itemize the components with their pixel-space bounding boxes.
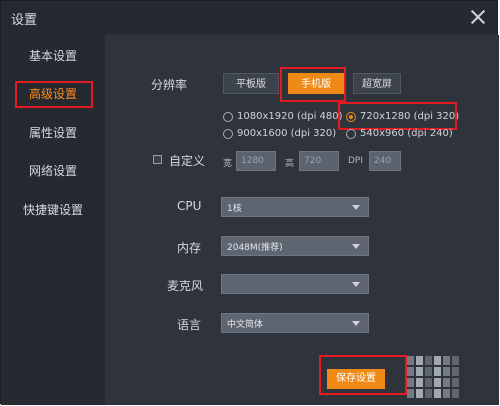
height-label: 高	[285, 159, 295, 169]
custom-label: 自定义	[169, 154, 206, 168]
width-input[interactable]: 1280	[236, 151, 276, 171]
chevron-down-icon	[352, 244, 360, 249]
sidebar-item-basic[interactable]: 基本设置	[1, 39, 105, 73]
mic-select[interactable]	[221, 274, 369, 294]
memory-select[interactable]: 2048M(推荐)	[221, 236, 369, 256]
sidebar-item-shortcuts[interactable]: 快捷键设置	[1, 193, 105, 227]
pixelated-watermark	[407, 356, 459, 398]
cpu-select[interactable]: 1核	[221, 197, 369, 217]
width-label: 宽	[223, 159, 233, 169]
highlight-box-save	[319, 355, 407, 395]
cpu-value: 1核	[227, 204, 242, 214]
chevron-down-icon	[352, 205, 360, 210]
language-value: 中文简体	[227, 320, 264, 330]
memory-label: 内存	[177, 241, 202, 255]
highlight-box-advanced	[15, 81, 93, 108]
radio-label: 540x960 (dpi 240)	[360, 128, 453, 139]
sidebar-item-network[interactable]: 网络设置	[1, 154, 105, 188]
radio-button-icon	[223, 112, 233, 122]
height-input[interactable]: 720	[299, 151, 339, 171]
memory-value: 2048M(推荐)	[227, 243, 283, 253]
resolution-label: 分辨率	[151, 78, 188, 92]
language-label: 语言	[177, 318, 202, 332]
sidebar: 基本设置 高级设置 属性设置 网络设置 快捷键设置	[1, 35, 105, 405]
sidebar-item-properties[interactable]: 属性设置	[1, 116, 105, 150]
cpu-label: CPU	[177, 199, 202, 213]
highlight-box-phone-tab	[280, 67, 346, 102]
mic-label: 麦克风	[167, 279, 204, 293]
radio-label: 900x1600 (dpi 320)	[237, 128, 337, 139]
tab-tablet[interactable]: 平板版	[223, 73, 279, 94]
window-title: 设置	[11, 13, 38, 28]
chevron-down-icon	[352, 321, 360, 326]
radio-button-icon	[346, 129, 356, 139]
tab-ultrawide[interactable]: 超宽屏	[353, 73, 401, 94]
radio-label: 1080x1920 (dpi 480)	[237, 111, 343, 122]
dpi-input[interactable]: 240	[369, 151, 401, 171]
highlight-box-720x1280	[338, 102, 457, 130]
close-icon[interactable]	[469, 8, 487, 26]
radio-button-icon	[223, 129, 233, 139]
chevron-down-icon	[352, 282, 360, 287]
settings-window: 设置 基本设置 高级设置 属性设置 网络设置 快捷键设置 分辨率 平板版 手机版…	[0, 0, 499, 405]
title-bar: 设置	[1, 1, 497, 35]
dpi-label: DPI	[348, 156, 364, 166]
custom-checkbox[interactable]	[153, 155, 162, 164]
language-select[interactable]: 中文简体	[221, 313, 369, 333]
